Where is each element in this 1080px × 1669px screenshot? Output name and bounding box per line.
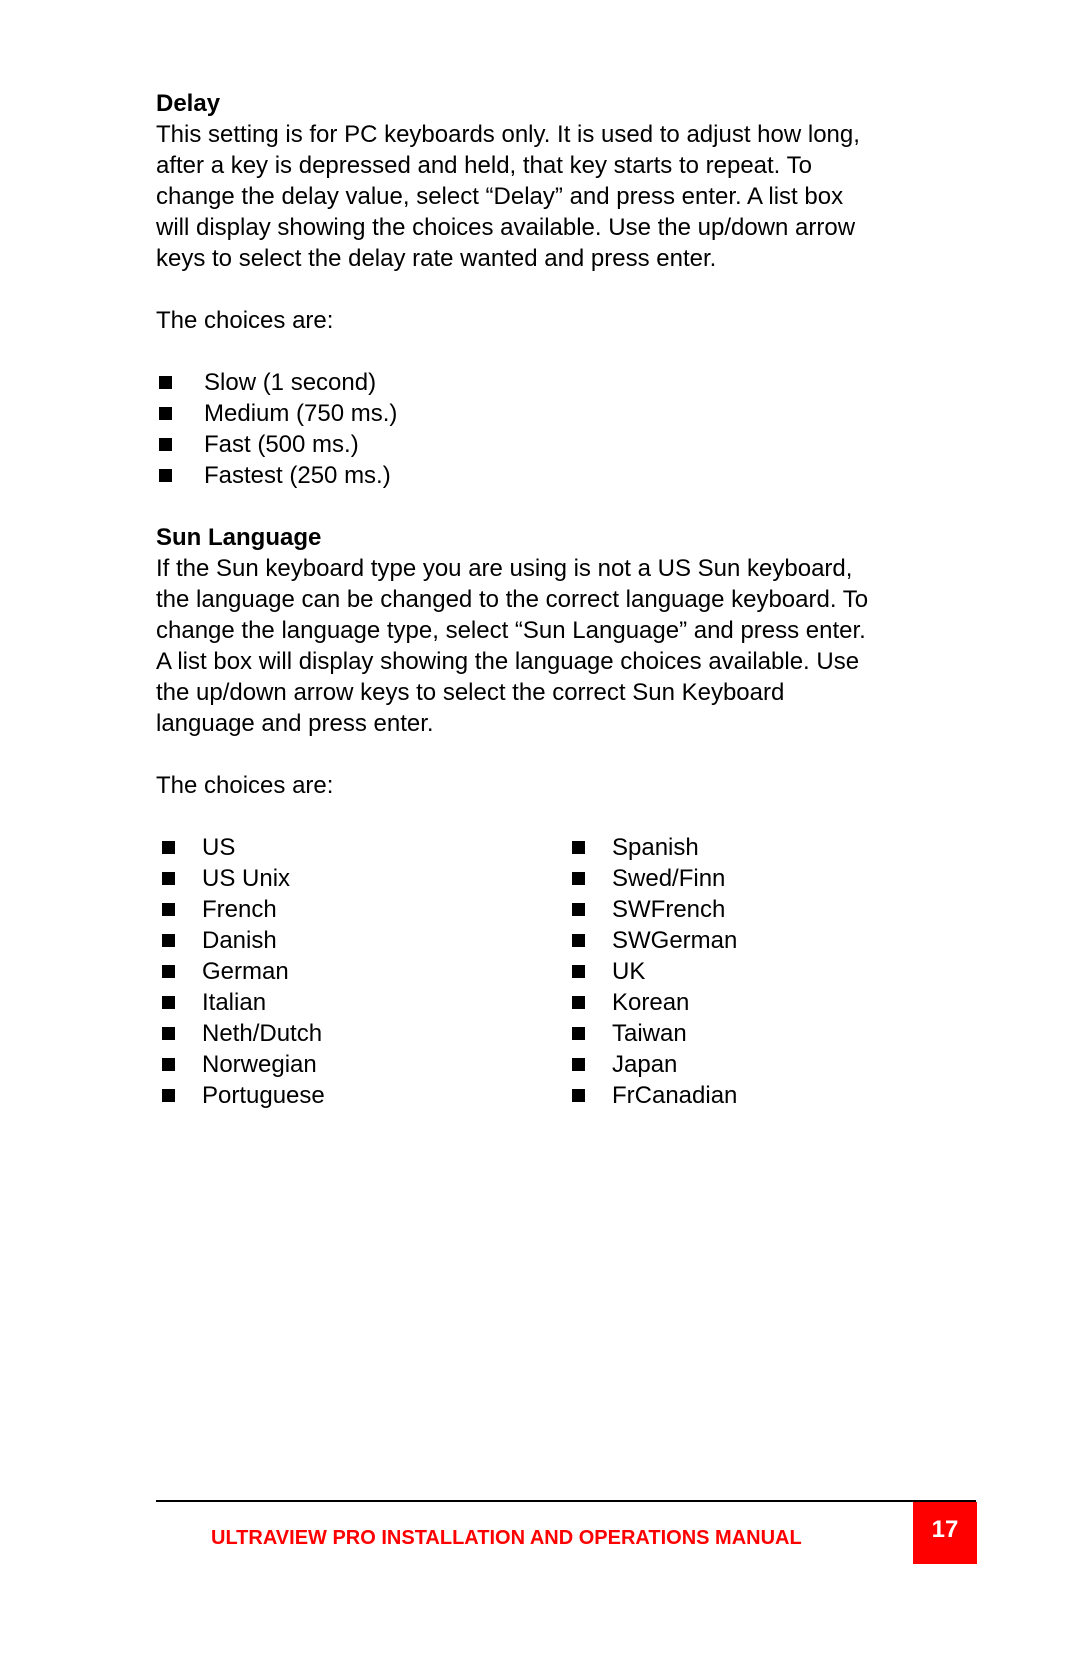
- sun-language-choices: US US Unix French Danish German Italian …: [156, 832, 976, 1111]
- square-bullet-icon: [162, 1089, 175, 1102]
- page-content: Delay This setting is for PC keyboards o…: [156, 88, 976, 1111]
- delay-choices-intro: The choices are:: [156, 307, 334, 334]
- sun-language-heading: Sun Language: [156, 524, 322, 551]
- list-item: Fastest (250 ms.): [156, 460, 976, 491]
- sun-language-choices-intro: The choices are:: [156, 772, 334, 799]
- delay-choices-list: Slow (1 second) Medium (750 ms.) Fast (5…: [156, 367, 976, 491]
- square-bullet-icon: [162, 1058, 175, 1071]
- delay-paragraph: This setting is for PC keyboards only. I…: [156, 119, 976, 274]
- paragraph-line: change the language type, select “Sun La…: [156, 617, 866, 644]
- square-bullet-icon: [572, 872, 585, 885]
- square-bullet-icon: [159, 438, 172, 451]
- choices-left-column: US US Unix French Danish German Italian …: [156, 832, 566, 1111]
- list-item: Danish: [156, 925, 566, 956]
- paragraph-line: This setting is for PC keyboards only. I…: [156, 121, 860, 148]
- paragraph-line: the up/down arrow keys to select the cor…: [156, 679, 785, 706]
- list-item: French: [156, 894, 566, 925]
- square-bullet-icon: [159, 469, 172, 482]
- paragraph-line: will display showing the choices availab…: [156, 214, 856, 241]
- list-item: Fast (500 ms.): [156, 429, 976, 460]
- list-item: Italian: [156, 987, 566, 1018]
- square-bullet-icon: [162, 903, 175, 916]
- list-item: Korean: [566, 987, 976, 1018]
- square-bullet-icon: [162, 1027, 175, 1040]
- paragraph-line: after a key is depressed and held, that …: [156, 152, 812, 179]
- list-item: Neth/Dutch: [156, 1018, 566, 1049]
- square-bullet-icon: [159, 407, 172, 420]
- square-bullet-icon: [572, 903, 585, 916]
- list-item: US Unix: [156, 863, 566, 894]
- square-bullet-icon: [162, 841, 175, 854]
- list-item: US: [156, 832, 566, 863]
- square-bullet-icon: [572, 1089, 585, 1102]
- list-item: UK: [566, 956, 976, 987]
- square-bullet-icon: [572, 934, 585, 947]
- paragraph-line: language and press enter.: [156, 710, 434, 737]
- list-item: SWGerman: [566, 925, 976, 956]
- paragraph-line: A list box will display showing the lang…: [156, 648, 860, 675]
- list-item: Portuguese: [156, 1080, 566, 1111]
- delay-section: Delay This setting is for PC keyboards o…: [156, 88, 976, 491]
- square-bullet-icon: [162, 996, 175, 1009]
- square-bullet-icon: [162, 872, 175, 885]
- list-item: Swed/Finn: [566, 863, 976, 894]
- paragraph-line: keys to select the delay rate wanted and…: [156, 245, 717, 272]
- list-item: Taiwan: [566, 1018, 976, 1049]
- square-bullet-icon: [572, 1058, 585, 1071]
- footer-manual-title: ULTRAVIEW PRO INSTALLATION AND OPERATION…: [211, 1527, 802, 1549]
- square-bullet-icon: [572, 1027, 585, 1040]
- list-item: Japan: [566, 1049, 976, 1080]
- list-item: FrCanadian: [566, 1080, 976, 1111]
- footer-divider: [156, 1500, 976, 1502]
- square-bullet-icon: [159, 376, 172, 389]
- square-bullet-icon: [162, 934, 175, 947]
- list-item: Medium (750 ms.): [156, 398, 976, 429]
- list-item: SWFrench: [566, 894, 976, 925]
- list-item: Spanish: [566, 832, 976, 863]
- paragraph-line: the language can be changed to the corre…: [156, 586, 869, 613]
- sun-language-section: Sun Language If the Sun keyboard type yo…: [156, 522, 976, 1111]
- square-bullet-icon: [572, 965, 585, 978]
- paragraph-line: If the Sun keyboard type you are using i…: [156, 555, 853, 582]
- square-bullet-icon: [572, 996, 585, 1009]
- list-item: Norwegian: [156, 1049, 566, 1080]
- list-item: German: [156, 956, 566, 987]
- list-item: Slow (1 second): [156, 367, 976, 398]
- delay-heading: Delay: [156, 90, 221, 117]
- page-number-badge: 17: [913, 1502, 977, 1564]
- sun-language-paragraph: If the Sun keyboard type you are using i…: [156, 553, 976, 739]
- choices-right-column: Spanish Swed/Finn SWFrench SWGerman UK K…: [566, 832, 976, 1111]
- paragraph-line: change the delay value, select “Delay” a…: [156, 183, 844, 210]
- square-bullet-icon: [162, 965, 175, 978]
- square-bullet-icon: [572, 841, 585, 854]
